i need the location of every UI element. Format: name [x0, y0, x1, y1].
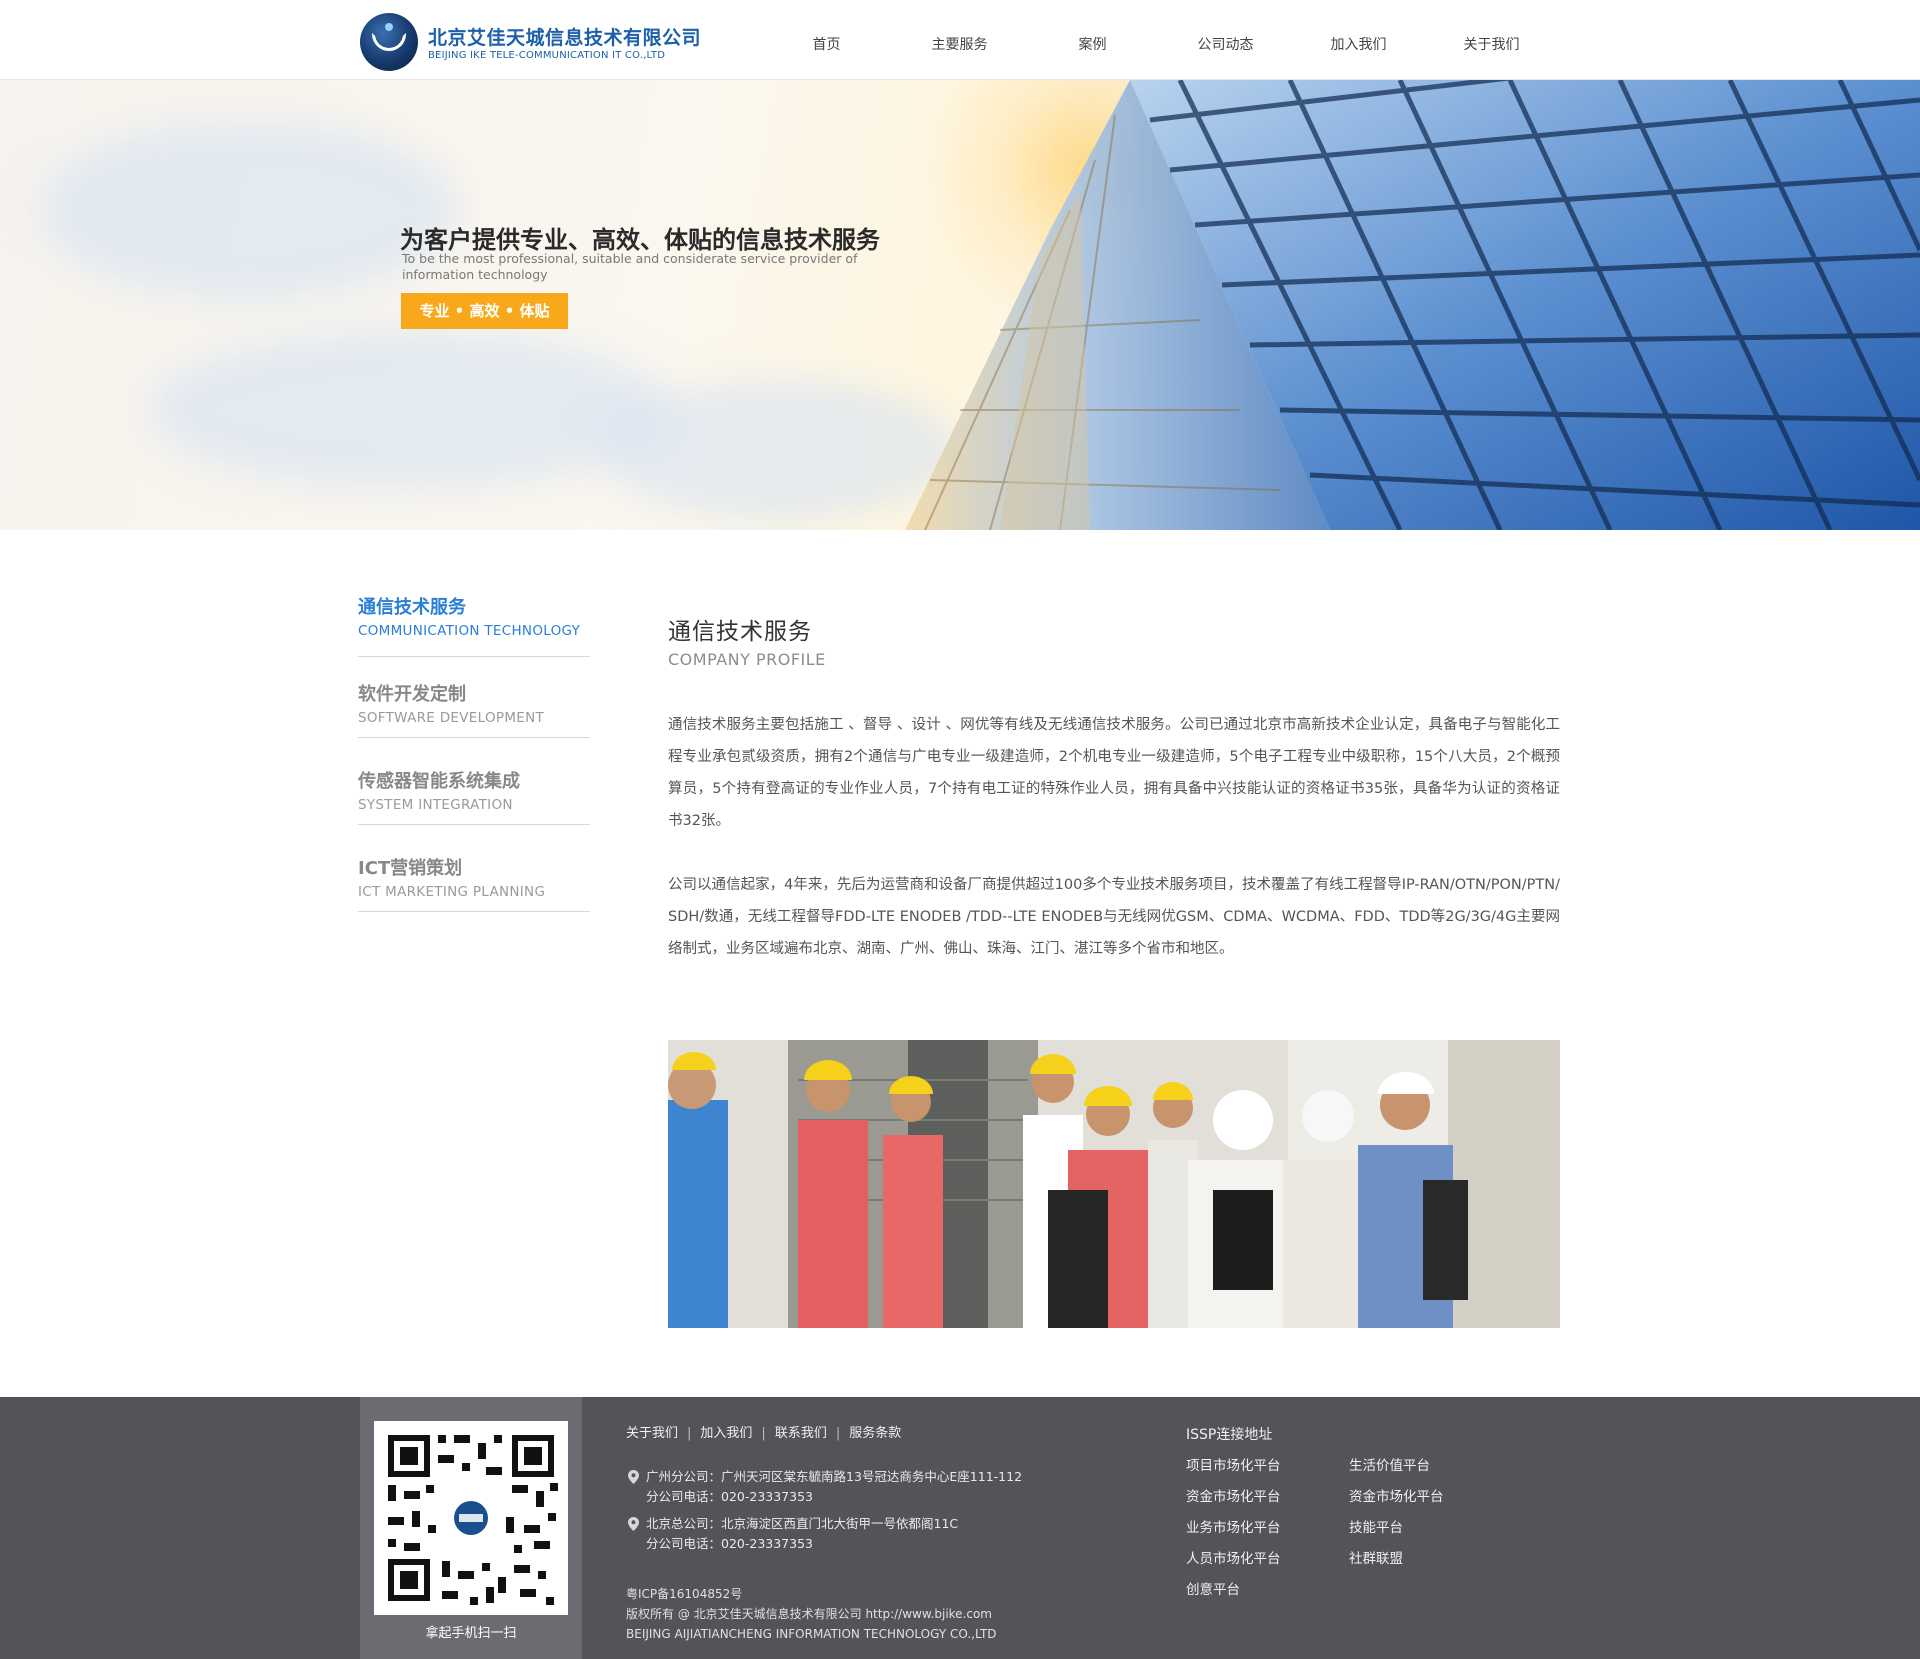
- glass-building-image: [905, 80, 1920, 530]
- phone-line: 分公司电话：020-23337353: [646, 1536, 813, 1551]
- issp-title: ISSP连接地址: [1186, 1427, 1273, 1443]
- logo-emblem-icon: [360, 13, 418, 71]
- sidebar-item-label: 传感器智能系统集成: [358, 771, 520, 792]
- copyright-block: 粤ICP备16104852号 版权所有 @ 北京艾佳天城信息技术有限公司 htt…: [626, 1584, 997, 1644]
- sidebar-item-label-en: COMMUNICATION TECHNOLOGY: [358, 623, 581, 639]
- sidebar-item-label: 软件开发定制: [358, 684, 466, 705]
- company-name-en: BEIJING AIJIATIANCHENG INFORMATION TECHN…: [626, 1627, 997, 1641]
- issp-link[interactable]: 项目市场化平台: [1186, 1456, 1349, 1476]
- issp-link[interactable]: 业务市场化平台: [1186, 1518, 1349, 1538]
- banner-subtitle: To be the most professional, suitable an…: [402, 251, 858, 282]
- guangzhou-address: 广州分公司：广州天河区棠东毓南路13号冠达商务中心E座111-112 分公司电话…: [626, 1467, 1022, 1507]
- issp-link[interactable]: 技能平台: [1349, 1518, 1506, 1538]
- footer-link-about[interactable]: 关于我们: [626, 1422, 678, 1441]
- company-logo[interactable]: 北京艾佳天城信息技术有限公司 BEIJING IKE TELE-COMMUNIC…: [360, 13, 701, 71]
- sidebar-item-label-en: SYSTEM INTEGRATION: [358, 797, 513, 813]
- sidebar-item-communication[interactable]: 通信技术服务 COMMUNICATION TECHNOLOGY: [358, 593, 590, 657]
- logo-name-cn: 北京艾佳天城信息技术有限公司: [428, 27, 702, 49]
- history-paragraph: 公司以通信起家，4年来，先后为运营商和设备厂商提供超过100多个专业技术服务项目…: [668, 877, 1560, 957]
- sidebar-item-label: ICT营销策划: [358, 858, 463, 879]
- icp-number: 粤ICP备16104852号: [626, 1587, 743, 1601]
- page-title: 通信技术服务: [668, 619, 812, 645]
- footer-links: 关于我们 | 加入我们 | 联系我们 | 服务条款: [626, 1422, 901, 1441]
- engineers-site-photo: [668, 1040, 1560, 1328]
- hero-banner: 为客户提供专业、高效、体贴的信息技术服务 To be the most prof…: [0, 80, 1920, 530]
- issp-link[interactable]: 生活价值平台: [1349, 1456, 1506, 1476]
- qr-caption: 拿起手机扫一扫: [425, 1626, 517, 1641]
- nav-about-us[interactable]: 关于我们: [1425, 0, 1558, 80]
- issp-link[interactable]: 人员市场化平台: [1186, 1549, 1349, 1569]
- address-line: 北京总公司：北京海淀区西直门北大街甲一号依都阁11C: [646, 1516, 959, 1531]
- service-sidebar: 通信技术服务 COMMUNICATION TECHNOLOGY 软件开发定制 S…: [358, 593, 590, 912]
- nav-news[interactable]: 公司动态: [1159, 0, 1292, 80]
- beijing-address: 北京总公司：北京海淀区西直门北大街甲一号依都阁11C 分公司电话：020-233…: [626, 1514, 958, 1554]
- sidebar-item-label: 通信技术服务: [358, 597, 466, 618]
- qr-panel: 拿起手机扫一扫: [360, 1397, 582, 1659]
- issp-links: 项目市场化平台 生活价值平台 资金市场化平台 资金市场化平台 业务市场化平台 技…: [1186, 1456, 1506, 1600]
- footer-link-terms[interactable]: 服务条款: [849, 1422, 901, 1441]
- banner-tagline-button[interactable]: 专业 • 高效 • 体贴: [401, 293, 568, 329]
- nav-home[interactable]: 首页: [760, 0, 893, 80]
- nav-cases[interactable]: 案例: [1026, 0, 1159, 80]
- site-footer: 拿起手机扫一扫 关于我们 | 加入我们 | 联系我们 | 服务条款 广州分公司：广州天河区棠…: [0, 1397, 1920, 1659]
- site-header: 北京艾佳天城信息技术有限公司 BEIJING IKE TELE-COMMUNIC…: [0, 0, 1920, 80]
- page-subtitle: COMPANY PROFILE: [668, 650, 826, 669]
- sidebar-item-software[interactable]: 软件开发定制 SOFTWARE DEVELOPMENT: [358, 657, 590, 738]
- phone-line: 分公司电话：020-23337353: [646, 1489, 813, 1504]
- issp-link[interactable]: 资金市场化平台: [1186, 1487, 1349, 1507]
- intro-paragraph: 通信技术服务主要包括施工 、督导 、设计 、网优等有线及无线通信技术服务。公司已…: [668, 717, 1560, 829]
- address-line: 广州分公司：广州天河区棠东毓南路13号冠达商务中心E座111-112: [646, 1469, 1023, 1484]
- main-content: 通信技术服务 COMPANY PROFILE 通信技术服务主要包括施工 、督导 …: [668, 612, 1560, 965]
- sidebar-item-integration[interactable]: 传感器智能系统集成 SYSTEM INTEGRATION: [358, 738, 590, 825]
- copyright-text: 版权所有 @ 北京艾佳天城信息技术有限公司 http://www.bjike.c…: [626, 1607, 992, 1621]
- sidebar-item-label-en: SOFTWARE DEVELOPMENT: [358, 710, 545, 726]
- nav-join-us[interactable]: 加入我们: [1292, 0, 1425, 80]
- location-pin-icon: [628, 1517, 639, 1531]
- qr-code-image: [374, 1421, 568, 1615]
- logo-name-en: BEIJING IKE TELE-COMMUNICATION IT CO.,LT…: [428, 50, 666, 61]
- location-pin-icon: [628, 1470, 639, 1484]
- footer-link-contact[interactable]: 联系我们: [775, 1422, 827, 1441]
- main-nav: 首页 主要服务 案例 公司动态 加入我们 关于我们: [760, 0, 1558, 80]
- issp-link[interactable]: 创意平台: [1186, 1580, 1349, 1600]
- sidebar-item-label-en: ICT MARKETING PLANNING: [358, 884, 546, 900]
- issp-link[interactable]: 社群联盟: [1349, 1549, 1506, 1569]
- nav-services[interactable]: 主要服务: [893, 0, 1026, 80]
- footer-link-join[interactable]: 加入我们: [700, 1422, 752, 1441]
- issp-link[interactable]: 资金市场化平台: [1349, 1487, 1506, 1507]
- sidebar-item-ict-marketing[interactable]: ICT营销策划 ICT MARKETING PLANNING: [358, 825, 590, 912]
- banner-title: 为客户提供专业、高效、体贴的信息技术服务: [400, 226, 880, 254]
